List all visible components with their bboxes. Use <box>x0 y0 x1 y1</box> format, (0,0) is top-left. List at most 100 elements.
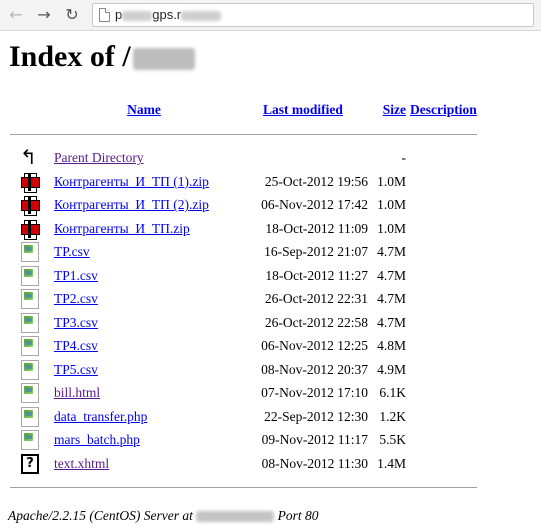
last-modified-cell: 08-Nov-2012 11:30 <box>261 455 368 471</box>
broken-image-icon <box>21 359 39 380</box>
file-row: TP2.csv 26-Oct-2012 22:31 4.7M <box>8 288 479 312</box>
file-row: TP4.csv 06-Nov-2012 12:25 4.8M <box>8 335 479 359</box>
broken-image-icon <box>21 242 39 263</box>
file-row: TP1.csv 18-Oct-2012 11:27 4.7M <box>8 264 479 288</box>
file-row: Parent Directory - <box>8 145 479 171</box>
description-cell <box>408 452 479 476</box>
description-cell <box>408 382 479 406</box>
file-link[interactable]: data_transfer.php <box>54 409 147 424</box>
broken-image-icon <box>21 265 39 286</box>
browser-toolbar: ← → ↻ p gps.r <box>0 0 541 31</box>
file-link[interactable]: TP2.csv <box>54 291 98 306</box>
directory-listing: Name Last modified Size Description Pare… <box>8 97 479 499</box>
description-sort-link[interactable]: Description <box>410 102 477 117</box>
broken-image-icon <box>21 289 39 310</box>
broken-image-icon <box>21 312 39 333</box>
size-cell: 4.8M <box>377 338 406 354</box>
description-cell <box>408 147 479 171</box>
file-row: TP3.csv 26-Oct-2012 22:58 4.7M <box>8 311 479 335</box>
file-row: TP.csv 16-Sep-2012 21:07 4.7M <box>8 241 479 265</box>
archive-icon <box>20 195 40 217</box>
size-cell: 4.7M <box>377 267 406 283</box>
page-icon <box>99 8 110 22</box>
size-cell: 4.7M <box>377 291 406 307</box>
name-sort-link[interactable]: Name <box>127 102 161 117</box>
file-link[interactable]: TP.csv <box>54 244 90 259</box>
size-cell: 6.1K <box>379 385 406 401</box>
divider <box>10 134 477 136</box>
reload-icon[interactable]: ↻ <box>62 5 82 25</box>
file-link[interactable]: bill.html <box>54 385 100 400</box>
description-cell <box>408 429 479 453</box>
last-modified-cell: 09-Nov-2012 11:17 <box>261 432 368 448</box>
file-link[interactable]: text.xhtml <box>54 456 109 471</box>
last-modified-cell: 16-Sep-2012 21:07 <box>264 244 368 260</box>
description-cell <box>408 241 479 265</box>
size-cell: 1.2K <box>379 408 406 424</box>
size-cell: 1.0M <box>377 220 406 236</box>
description-cell <box>408 217 479 241</box>
archive-icon <box>20 172 40 193</box>
file-link[interactable]: TP4.csv <box>54 338 98 353</box>
file-link[interactable]: Контрагенты_И_ТП.zip <box>54 221 190 236</box>
broken-image-icon <box>21 383 39 404</box>
last-modified-cell: 08-Nov-2012 20:37 <box>261 361 368 377</box>
file-link[interactable]: TP5.csv <box>54 362 98 377</box>
file-row: Контрагенты_И_ТП.zip 18-Oct-2012 11:09 1.0… <box>8 217 479 241</box>
size-cell: 1.0M <box>377 173 406 189</box>
last-modified-cell: 26-Oct-2012 22:31 <box>264 291 368 307</box>
unknown-file-icon: ? <box>21 453 39 474</box>
size-cell: 5.5K <box>379 432 406 448</box>
forward-arrow-icon[interactable]: → <box>34 5 54 25</box>
last-modified-cell: 07-Nov-2012 17:10 <box>261 385 368 401</box>
description-cell <box>408 264 479 288</box>
size-cell: - <box>401 150 407 166</box>
file-link[interactable]: TP1.csv <box>54 268 98 283</box>
file-row: bill.html 07-Nov-2012 17:10 6.1K <box>8 382 479 406</box>
description-cell <box>408 311 479 335</box>
last-modified-cell <box>236 147 370 171</box>
file-link[interactable]: Контрагенты_И_ТП (1).zip <box>54 174 209 189</box>
size-cell: 4.7M <box>377 314 406 330</box>
last-modified-cell: 06-Nov-2012 12:25 <box>261 338 368 354</box>
server-signature: Apache/2.2.15 (CentOS) Server at Port 80 <box>8 508 319 523</box>
address-bar[interactable]: p gps.r <box>92 3 534 27</box>
description-cell <box>408 335 479 359</box>
description-cell <box>408 170 479 194</box>
last-modified-cell: 06-Nov-2012 17:42 <box>261 197 368 213</box>
last-modified-cell: 26-Oct-2012 22:58 <box>264 314 368 330</box>
size-cell: 4.7M <box>377 244 406 260</box>
size-cell: 1.4M <box>377 455 406 471</box>
redacted-text <box>196 511 275 523</box>
file-link[interactable]: mars_batch.php <box>54 432 140 447</box>
description-cell <box>408 194 479 218</box>
url-text: p gps.r <box>115 7 222 22</box>
divider <box>10 486 477 488</box>
page-title: Index of / <box>9 40 195 74</box>
size-sort-link[interactable]: Size <box>383 102 406 117</box>
broken-image-icon <box>21 430 39 451</box>
file-row: data_transfer.php 22-Sep-2012 12:30 1.2K <box>8 405 479 429</box>
file-row: TP5.csv 08-Nov-2012 20:37 4.9M <box>8 358 479 382</box>
last-modified-sort-link[interactable]: Last modified <box>263 102 343 117</box>
file-row: mars_batch.php 09-Nov-2012 11:17 5.5K <box>8 429 479 453</box>
size-cell: 4.9M <box>377 361 406 377</box>
last-modified-cell: 25-Oct-2012 19:56 <box>264 173 368 189</box>
description-cell <box>408 405 479 429</box>
archive-icon <box>20 219 40 240</box>
broken-image-icon <box>21 336 39 357</box>
description-cell <box>408 358 479 382</box>
file-link[interactable]: TP3.csv <box>54 315 98 330</box>
back-arrow-icon[interactable]: ← <box>6 5 26 25</box>
file-row: ? text.xhtml 08-Nov-2012 11:30 1.4M <box>8 452 479 476</box>
parent-directory-icon <box>20 145 40 169</box>
listing-header-row: Name Last modified Size Description <box>8 97 479 123</box>
file-link[interactable]: Контрагенты_И_ТП (2).zip <box>54 197 209 212</box>
file-link[interactable]: Parent Directory <box>54 150 144 165</box>
file-row: Контрагенты_И_ТП (1).zip 25-Oct-2012 19:5… <box>8 170 479 194</box>
icon-column-header <box>8 97 52 123</box>
redacted-text <box>181 10 222 21</box>
description-cell <box>408 288 479 312</box>
redacted-text <box>132 48 195 70</box>
last-modified-cell: 18-Oct-2012 11:09 <box>265 220 368 236</box>
